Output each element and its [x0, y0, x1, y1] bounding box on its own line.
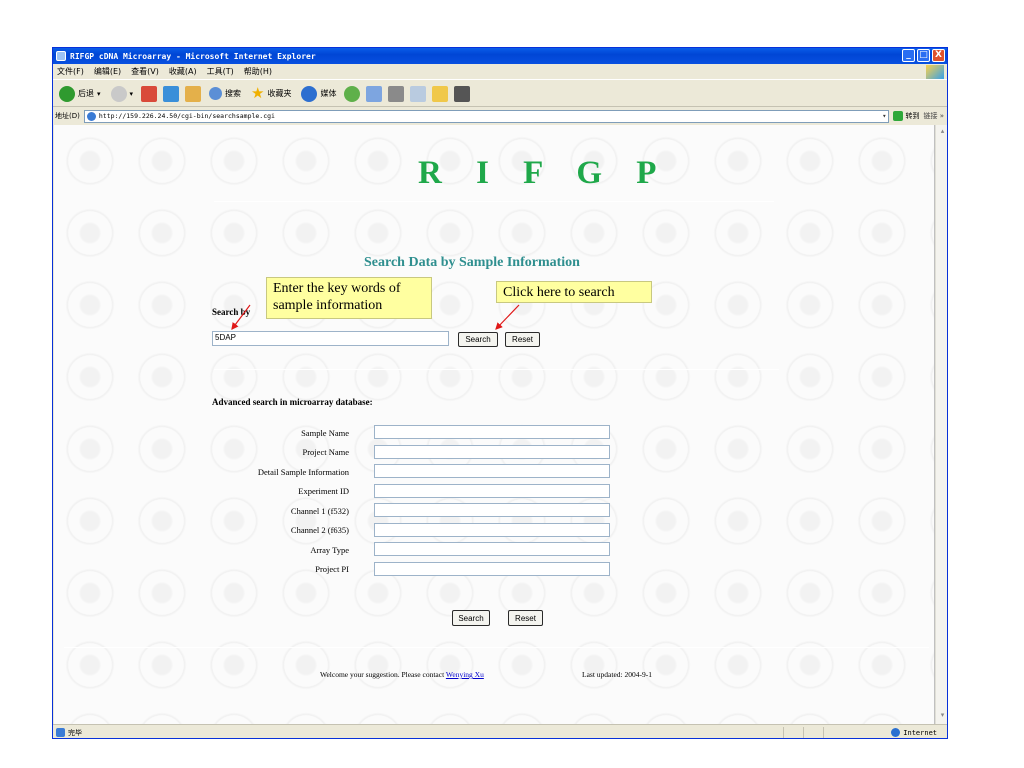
- home-icon[interactable]: [185, 85, 202, 102]
- address-url: http://159.226.24.50/cgi-bin/searchsampl…: [98, 112, 275, 120]
- search-label: 搜索: [225, 89, 242, 98]
- address-input[interactable]: http://159.226.24.50/cgi-bin/searchsampl…: [83, 109, 890, 123]
- star-icon: ★: [251, 84, 265, 102]
- media-label: 媒体: [320, 89, 337, 98]
- favorites-button[interactable]: ★ 收藏夹: [249, 84, 293, 104]
- search-icon: [209, 87, 223, 100]
- chevron-down-icon: ▾: [129, 89, 134, 98]
- page-viewport: R I F G P Search Data by Sample Informat…: [54, 125, 935, 724]
- chevron-down-icon[interactable]: ▾: [882, 112, 886, 120]
- ie-icon: [56, 51, 66, 61]
- browser-window: RIFGP cDNA Microarray - Microsoft Intern…: [52, 47, 948, 739]
- status-separator: [783, 727, 784, 738]
- toolbar: 后退 ▾ ▾ 搜索 ★ 收藏夹 媒体: [53, 81, 947, 107]
- address-bar: 地址(D) http://159.226.24.50/cgi-bin/searc…: [53, 108, 947, 124]
- close-button[interactable]: X: [932, 49, 945, 62]
- go-label: 转到: [905, 112, 920, 120]
- status-text: 完毕: [68, 728, 82, 737]
- search-button[interactable]: 搜索: [207, 84, 243, 104]
- forward-arrow-icon: [110, 85, 127, 102]
- window-title: RIFGP cDNA Microarray - Microsoft Intern…: [70, 51, 316, 61]
- maximize-button[interactable]: □: [917, 49, 930, 62]
- menu-bar: 文件(F) 编辑(E) 查看(V) 收藏(A) 工具(T) 帮助(H): [53, 64, 947, 80]
- title-bar[interactable]: RIFGP cDNA Microarray - Microsoft Intern…: [53, 48, 947, 64]
- status-bar: 完毕 Internet: [53, 724, 947, 738]
- arrow-to-input: [231, 304, 251, 330]
- zone-label: Internet: [903, 728, 937, 737]
- folder-icon[interactable]: [432, 85, 449, 102]
- refresh-icon[interactable]: [163, 85, 180, 102]
- media-icon: [301, 85, 318, 102]
- menu-favorites[interactable]: 收藏(A): [169, 66, 197, 77]
- stop-icon[interactable]: [141, 85, 158, 102]
- menu-file[interactable]: 文件(F): [57, 66, 84, 77]
- media-button[interactable]: 媒体: [299, 84, 338, 104]
- edit-icon[interactable]: [410, 85, 427, 102]
- page-done-icon: [56, 728, 65, 737]
- go-arrow-icon: [893, 111, 904, 121]
- scroll-down-icon[interactable]: ▾: [937, 711, 947, 722]
- forward-button[interactable]: ▾: [109, 84, 136, 104]
- callout-arrows: [231, 304, 520, 330]
- history-icon[interactable]: [344, 85, 361, 102]
- security-zone: Internet: [891, 728, 937, 737]
- print-icon[interactable]: [388, 85, 405, 102]
- favorites-label: 收藏夹: [267, 89, 292, 98]
- messenger-icon[interactable]: [454, 85, 471, 102]
- arrow-to-search-button: [495, 304, 520, 330]
- back-arrow-icon: [59, 85, 75, 102]
- vertical-scrollbar[interactable]: ▴ ▾: [935, 125, 947, 724]
- menu-tools[interactable]: 工具(T): [207, 66, 234, 77]
- chevron-down-icon: ▾: [97, 89, 101, 98]
- windows-logo-icon: [926, 65, 944, 79]
- page-icon: [86, 111, 96, 121]
- back-button[interactable]: 后退 ▾: [57, 84, 103, 104]
- links-button[interactable]: 链接 »: [923, 111, 944, 121]
- menu-edit[interactable]: 编辑(E): [94, 66, 121, 77]
- mail-icon[interactable]: [366, 85, 383, 102]
- go-button[interactable]: 转到: [893, 111, 919, 121]
- status-separator: [823, 727, 824, 738]
- address-label: 地址(D): [55, 112, 80, 120]
- menu-help[interactable]: 帮助(H): [244, 66, 272, 77]
- globe-icon: [891, 728, 901, 737]
- minimize-button[interactable]: _: [902, 49, 915, 62]
- status-separator: [803, 727, 804, 738]
- back-label: 后退: [78, 89, 94, 98]
- menu-view[interactable]: 查看(V): [131, 66, 159, 77]
- scroll-up-icon[interactable]: ▴: [937, 127, 947, 138]
